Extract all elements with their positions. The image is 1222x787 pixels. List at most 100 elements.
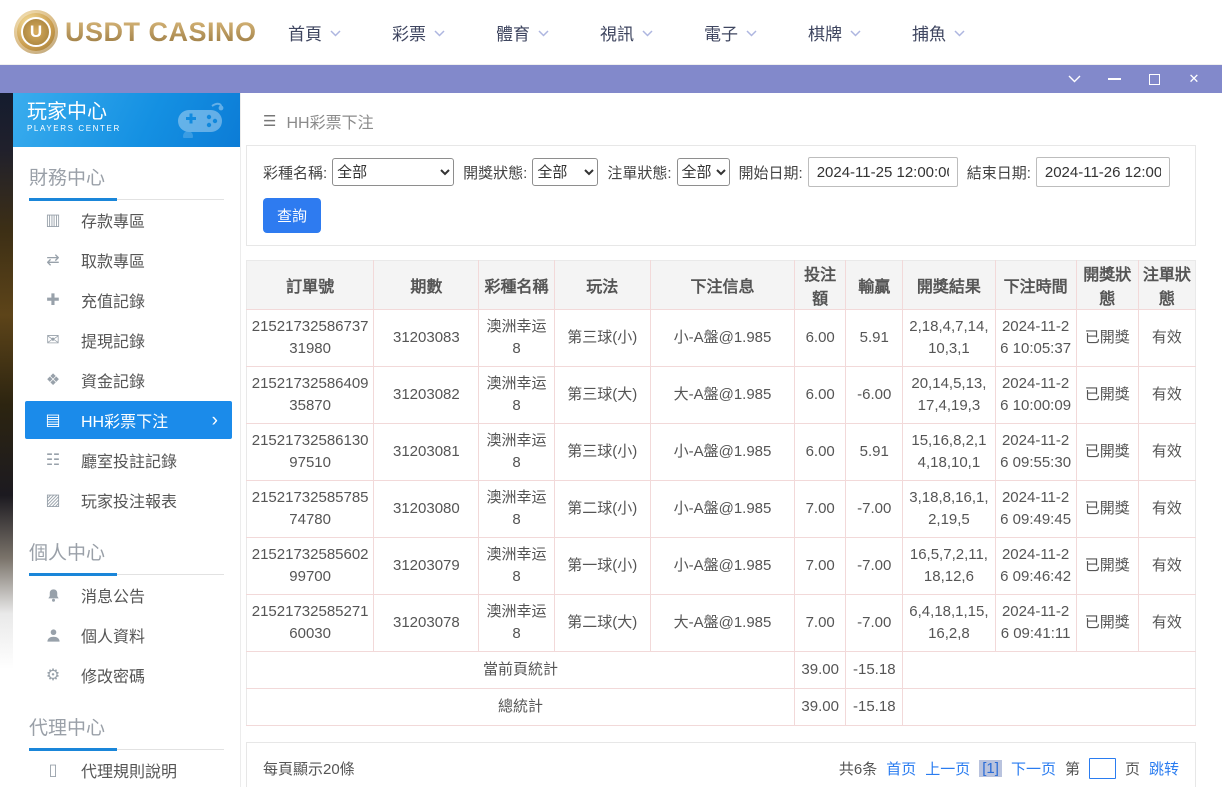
table-header-cell: 期數 <box>374 261 479 310</box>
sidebar-item[interactable]: 個人資料 <box>13 615 240 655</box>
nav-item-label: 首頁 <box>288 20 322 45</box>
sidebar-item-label: 代理規則說明 <box>81 758 177 782</box>
table-cell: 31203082 <box>374 367 479 424</box>
sidebar-item[interactable]: ⚙修改密碼 <box>13 655 240 695</box>
nav-item-label: 捕魚 <box>912 20 946 45</box>
table-cell: 2024-11-26 09:41:11 <box>995 595 1076 652</box>
minimize-icon <box>1108 78 1121 80</box>
end-date-label: 結束日期: <box>967 162 1031 183</box>
table-cell: 31203078 <box>374 595 479 652</box>
sidebar-item[interactable]: ▥存款專區 <box>13 200 240 240</box>
table-cell: 2152173258613097510 <box>247 424 374 481</box>
chevron-down-icon <box>746 30 757 37</box>
table-cell: 小-A盤@1.985 <box>650 424 794 481</box>
table-cell: 澳洲幸运8 <box>479 424 554 481</box>
table-cell: 2,18,4,7,14,10,3,1 <box>903 310 995 367</box>
nav-item-2[interactable]: 彩票 <box>367 20 471 45</box>
nav-item-label: 電子 <box>704 20 738 45</box>
chevron-down-icon <box>954 30 965 37</box>
table-cell: 澳洲幸运8 <box>479 367 554 424</box>
breadcrumb: ☰ HH彩票下注 <box>263 109 1196 133</box>
chevron-right-icon: › <box>212 411 218 430</box>
table-cell: 2024-11-26 09:49:45 <box>995 481 1076 538</box>
table-cell: 有效 <box>1138 538 1195 595</box>
table-row: 215217325857857478031203080澳洲幸运8第二球(小)小-… <box>247 481 1196 538</box>
table-cell: 2024-11-26 10:05:37 <box>995 310 1076 367</box>
current-page-indicator[interactable]: [1] <box>979 760 1002 777</box>
next-page-link[interactable]: 下一页 <box>1011 758 1056 779</box>
table-cell: 2024-11-26 10:00:09 <box>995 367 1076 424</box>
table-cell: 澳洲幸运8 <box>479 538 554 595</box>
search-button[interactable]: 查詢 <box>263 198 321 233</box>
sidebar-item[interactable]: 消息公告 <box>13 575 240 615</box>
lottery-name-select[interactable]: 全部 <box>332 158 454 186</box>
chevron-down-icon <box>850 30 861 37</box>
end-date-input[interactable] <box>1036 157 1170 187</box>
nav-item-5[interactable]: 電子 <box>679 20 783 45</box>
window-minimize-button[interactable] <box>1094 65 1134 93</box>
order-status-label: 注單狀態: <box>607 162 671 183</box>
agent-rules-doc-icon: ▯ <box>43 760 63 780</box>
prev-page-link[interactable]: 上一页 <box>925 758 970 779</box>
table-cell: 第三球(小) <box>554 424 650 481</box>
summary-empty-cell <box>903 689 1196 726</box>
sidebar-item[interactable]: ✚充值記錄 <box>13 280 240 320</box>
nav-item-4[interactable]: 視訊 <box>575 20 679 45</box>
workspace: 玩家中心 PLAYERS CENTER 財務中心▥存款專區⇄取款專區✚充值記錄✉… <box>0 93 1222 787</box>
nav-item-3[interactable]: 體育 <box>471 20 575 45</box>
window-maximize-button[interactable] <box>1134 65 1174 93</box>
nav-item-6[interactable]: 棋牌 <box>783 20 887 45</box>
nav-item-7[interactable]: 捕魚 <box>887 20 991 45</box>
sidebar-item[interactable]: ✉提現記錄 <box>13 320 240 360</box>
bets-table: 訂單號期數彩種名稱玩法下注信息投注額輸贏開獎結果下注時間開獎狀態注單狀態 215… <box>246 260 1196 726</box>
table-cell: 2152173258578574780 <box>247 481 374 538</box>
summary-empty-cell <box>903 652 1196 689</box>
table-cell: 第二球(小) <box>554 481 650 538</box>
sidebar-item-label: 提現記錄 <box>81 328 145 352</box>
chevron-down-icon <box>538 30 549 37</box>
start-date-label: 開始日期: <box>739 162 803 183</box>
window-collapse-button[interactable] <box>1054 65 1094 93</box>
table-header-cell: 訂單號 <box>247 261 374 310</box>
sidebar-item[interactable]: ▨玩家投注報表 <box>13 480 240 520</box>
summary-winloss-total-cell: -15.18 <box>846 689 903 726</box>
sidebar-item-label: 充值記錄 <box>81 288 145 312</box>
table-cell: 2024-11-26 09:46:42 <box>995 538 1076 595</box>
table-cell: 第三球(大) <box>554 367 650 424</box>
table-cell: 31203080 <box>374 481 479 538</box>
first-page-link[interactable]: 首页 <box>886 758 916 779</box>
table-cell: 第三球(小) <box>554 310 650 367</box>
topbar: U USDT CASINO 首頁 彩票體育視訊電子 棋牌 捕魚 <box>0 0 1222 65</box>
table-cell: 3,18,8,16,1,2,19,5 <box>903 481 995 538</box>
sidebar-item[interactable]: ▤HH彩票下注› <box>25 401 232 439</box>
table-cell: 2024-11-26 09:55:30 <box>995 424 1076 481</box>
gamepad-icon <box>174 100 230 138</box>
room-bets-icon: ☷ <box>43 450 63 470</box>
sidebar-item-label: 廳室投註記錄 <box>81 448 177 472</box>
logo[interactable]: U USDT CASINO <box>14 10 257 54</box>
sidebar-section-label: 個人中心 <box>29 538 224 575</box>
jump-link[interactable]: 跳转 <box>1149 758 1179 779</box>
window-close-button[interactable]: ✕ <box>1174 65 1214 93</box>
table-row: 215217325861309751031203081澳洲幸运8第三球(小)小-… <box>247 424 1196 481</box>
table-cell: 31203081 <box>374 424 479 481</box>
hamburger-icon[interactable]: ☰ <box>263 112 276 130</box>
sidebar-item[interactable]: ⇄取款專區 <box>13 240 240 280</box>
page-prefix-text: 第 <box>1065 758 1080 779</box>
table-cell: 已開獎 <box>1076 538 1138 595</box>
jump-page-input[interactable] <box>1089 758 1116 779</box>
order-status-select[interactable]: 全部 <box>677 158 730 186</box>
sidebar-item[interactable]: ❖資金記錄 <box>13 360 240 400</box>
start-date-input[interactable] <box>808 157 958 187</box>
table-cell: -6.00 <box>846 367 903 424</box>
sidebar-item[interactable]: ☷ 廳室投註記錄 <box>13 440 240 480</box>
draw-status-select[interactable]: 全部 <box>532 158 598 186</box>
logo-text: USDT CASINO <box>65 17 257 48</box>
table-cell: 有效 <box>1138 424 1195 481</box>
summary-bet-total-cell: 39.00 <box>795 689 846 726</box>
sidebar-section-label: 財務中心 <box>29 163 224 200</box>
sidebar-item[interactable]: ▯ 代理規則說明 <box>13 750 240 787</box>
nav-item-1[interactable]: 首頁 <box>263 20 367 45</box>
nav-item-label: 棋牌 <box>808 20 842 45</box>
total-count-text: 共6条 <box>839 758 877 779</box>
